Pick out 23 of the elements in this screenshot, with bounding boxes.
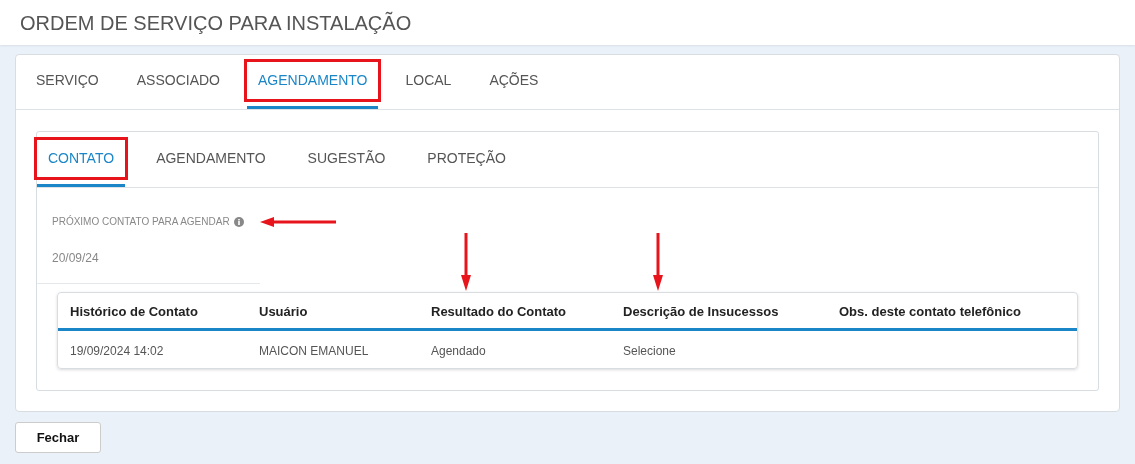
column-header: Resultado do Contato [431, 303, 567, 319]
tab[interactable]: SERVIÇO [25, 62, 110, 99]
field-value: 20/09/24 [52, 251, 99, 265]
field-label: PRÓXIMO CONTATO PARA AGENDAR [52, 214, 230, 229]
close-button[interactable]: Fechar [15, 422, 101, 453]
tab[interactable]: AÇÕES [478, 62, 550, 99]
table-cell: 19/09/2024 14:02 [70, 343, 164, 358]
column-header: Usuário [259, 303, 308, 319]
table-cell: Agendado [431, 343, 486, 358]
tab[interactable]: SUGESTÃO [296, 139, 397, 177]
column-header: Descrição de Insucessos [623, 303, 779, 319]
page-title: ORDEM DE SERVIÇO PARA INSTALAÇÃO [20, 10, 412, 36]
info-icon [233, 216, 244, 227]
tab[interactable]: AGENDAMENTO [145, 139, 277, 177]
tab[interactable]: ASSOCIADO [125, 62, 231, 99]
tab[interactable]: LOCAL [394, 62, 463, 99]
tab[interactable]: PROTEÇÃO [416, 139, 517, 177]
tab[interactable]: AGENDAMENTO [247, 62, 379, 99]
table-cell: Selecione [623, 343, 676, 358]
table-cell: MAICON EMANUEL [259, 343, 369, 358]
tab[interactable]: CONTATO [37, 139, 126, 177]
column-header: Histórico de Contato [70, 303, 198, 319]
column-header: Obs. deste contato telefônico [839, 303, 1022, 319]
